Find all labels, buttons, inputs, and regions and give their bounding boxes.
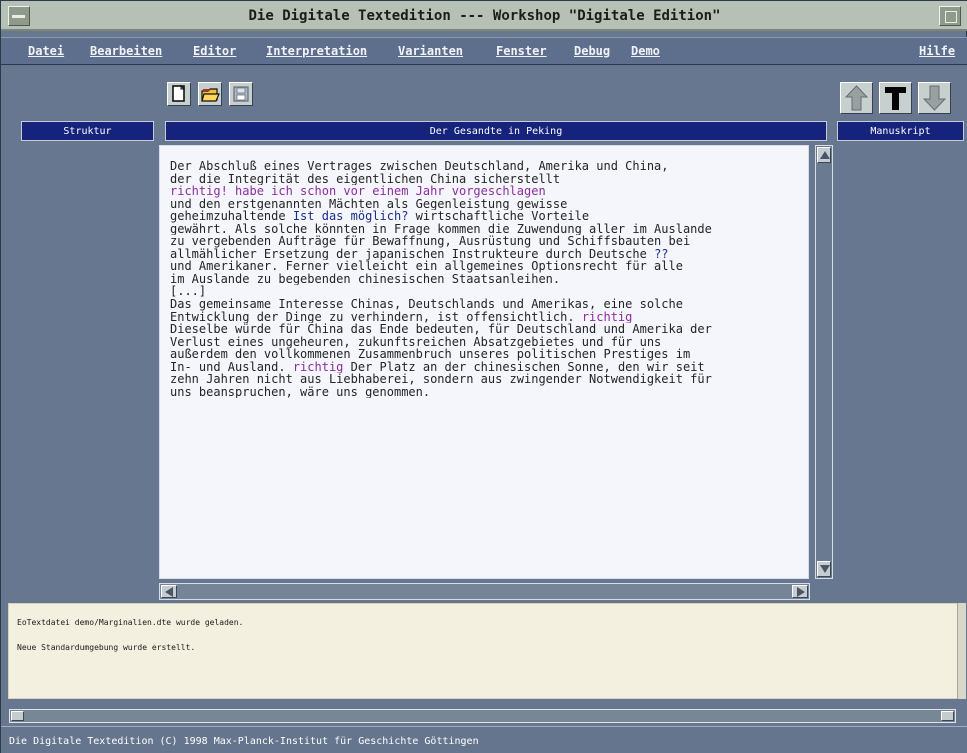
document-line: der die Integrität des eigentlichen Chin…: [170, 173, 808, 186]
document-line: Der Abschluß eines Vertrages zwischen De…: [170, 160, 808, 173]
new-document-icon: [172, 84, 186, 102]
menu-interpretation[interactable]: Interpretation: [266, 44, 367, 58]
document-text-segment: der die Integrität des eigentlichen Chin…: [170, 172, 561, 186]
document-horizontal-scrollbar[interactable]: [159, 583, 810, 600]
document-line: In- und Ausland. richtig Der Platz an de…: [170, 361, 808, 374]
question-text: Ist das möglich?: [292, 210, 409, 223]
document-text-segment: uns beanspruchen, wäre uns genommen.: [170, 385, 431, 399]
document-line: Verlust eines ungeheuren, zukunftsreiche…: [170, 336, 808, 349]
document-line: geheimzuhaltende Ist das möglich? wirtsc…: [170, 210, 808, 223]
document-line: im Auslande zu begebenden chinesischen S…: [170, 273, 808, 286]
menu-bar: Datei Bearbeiten Editor Interpretation V…: [1, 37, 967, 65]
menu-help[interactable]: Hilfe: [919, 44, 955, 58]
maximize-button[interactable]: [939, 6, 961, 26]
console-horizontal-scrollbar[interactable]: [9, 709, 956, 723]
annotation-text: richtig: [581, 310, 633, 324]
menu-edit[interactable]: Bearbeiten: [90, 44, 162, 58]
document-line: richtig! habe ich schon vor einem Jahr v…: [170, 185, 808, 198]
annotation-text: richtig: [292, 360, 344, 374]
document-line: Dieselbe würde für China das Ende bedeut…: [170, 323, 808, 336]
scroll-down-icon[interactable]: [817, 561, 831, 577]
console-vertical-scrollbar[interactable]: [957, 603, 966, 699]
new-document-button[interactable]: [167, 82, 191, 106]
message-console[interactable]: EoTextdatei demo/Marginalien.dte wurde g…: [8, 603, 958, 699]
document-text-segment: und den erstgenannten Mächten als Gegenl…: [170, 197, 568, 211]
arrow-down-icon: [922, 85, 947, 111]
open-folder-icon: [201, 88, 220, 102]
scroll-right-icon[interactable]: [792, 585, 808, 598]
menu-editor[interactable]: Editor: [193, 44, 236, 58]
document-text[interactable]: Der Abschluß eines Vertrages zwischen De…: [170, 160, 808, 398]
document-line: und den erstgenannten Mächten als Gegenl…: [170, 198, 808, 211]
next-page-button[interactable]: [918, 82, 951, 114]
document-text-segment: wirtschaftliche Vorteile: [408, 210, 590, 223]
application-window: Die Digitale Textedition --- Workshop "D…: [0, 0, 967, 753]
document-text-segment: und Amerikaner. Ferner vielleicht ein al…: [170, 260, 683, 273]
document-text-segment: Verlust eines ungeheuren, zukunftsreiche…: [170, 335, 662, 349]
menu-file[interactable]: Datei: [28, 44, 64, 58]
scroll-up-icon[interactable]: [817, 147, 831, 163]
title-bar: Die Digitale Textedition --- Workshop "D…: [1, 1, 967, 31]
open-folder-button[interactable]: [198, 82, 222, 106]
document-text-segment: zehn Jahren nicht aus Liebhaberei, sonde…: [170, 373, 712, 386]
document-text-segment: Entwicklung der Dinge zu verhindern, ist…: [170, 310, 582, 324]
document-text-segment: Das gemeinsame Interesse Chinas, Deutsch…: [170, 298, 683, 311]
document-title-header: Der Gesandte in Peking: [165, 121, 827, 141]
document-line: allmählicher Ersetzung der japanischen I…: [170, 248, 808, 261]
console-line: EoTextdatei demo/Marginalien.dte wurde g…: [17, 618, 244, 627]
console-scroll-right-icon[interactable]: [941, 711, 954, 721]
document-text-segment: zu vergebenden Aufträge für Bewaffnung, …: [170, 235, 691, 248]
text-t-icon: [885, 87, 906, 110]
question-text: ??: [654, 247, 669, 261]
document-editor[interactable]: Der Abschluß eines Vertrages zwischen De…: [159, 145, 809, 579]
ellipsis-text: [...]: [170, 285, 207, 299]
console-scroll-left-icon[interactable]: [11, 711, 24, 721]
document-line: zehn Jahren nicht aus Liebhaberei, sonde…: [170, 373, 808, 386]
menu-window[interactable]: Fenster: [496, 44, 547, 58]
text-view-button[interactable]: [879, 82, 912, 114]
previous-page-button[interactable]: [840, 82, 873, 114]
document-line: uns beanspruchen, wäre uns genommen.: [170, 386, 808, 399]
manuscript-panel-header: Manuskript: [837, 121, 964, 141]
save-disk-icon: [233, 86, 249, 102]
document-text-segment: allmählicher Ersetzung der japanischen I…: [170, 247, 655, 261]
window-title: Die Digitale Textedition --- Workshop "D…: [248, 8, 721, 24]
document-line: [...]: [170, 285, 808, 298]
document-line: Das gemeinsame Interesse Chinas, Deutsch…: [170, 298, 808, 311]
document-line: außerdem den vollkommenen Zusammenbruch …: [170, 348, 808, 361]
document-text-segment: gewährt. Als solche könnten in Frage kom…: [170, 222, 712, 236]
document-line: und Amerikaner. Ferner vielleicht ein al…: [170, 260, 808, 273]
document-line: Entwicklung der Dinge zu verhindern, ist…: [170, 311, 808, 324]
menu-debug[interactable]: Debug: [574, 44, 610, 58]
document-text-segment: Der Abschluß eines Vertrages zwischen De…: [170, 160, 669, 173]
document-text-segment: In- und Ausland.: [170, 360, 293, 374]
structure-panel-header: Struktur: [21, 121, 154, 141]
document-text-segment: geheimzuhaltende: [170, 210, 293, 223]
annotation-text: richtig! habe ich schon vor einem Jahr v…: [170, 185, 546, 198]
save-button[interactable]: [229, 82, 253, 106]
menu-demo[interactable]: Demo: [631, 44, 660, 58]
document-text-segment: Der Platz an der chinesischen Sonne, den…: [343, 360, 705, 374]
status-text: Die Digitale Textedition (C) 1998 Max-Pl…: [9, 736, 479, 747]
arrow-up-icon: [844, 85, 869, 111]
status-bar: Die Digitale Textedition (C) 1998 Max-Pl…: [1, 726, 967, 753]
document-vertical-scrollbar[interactable]: [815, 145, 833, 579]
document-text-segment: Dieselbe würde für China das Ende bedeut…: [170, 323, 712, 336]
document-text-segment: im Auslande zu begebenden chinesischen S…: [170, 272, 561, 286]
menu-variants[interactable]: Varianten: [398, 44, 463, 58]
document-text-segment: außerdem den vollkommenen Zusammenbruch …: [170, 348, 691, 361]
document-line: gewährt. Als solche könnten in Frage kom…: [170, 223, 808, 236]
scroll-left-icon[interactable]: [161, 585, 177, 598]
console-line: Neue Standardumgebung wurde erstellt.: [17, 643, 196, 652]
document-line: zu vergebenden Aufträge für Bewaffnung, …: [170, 235, 808, 248]
